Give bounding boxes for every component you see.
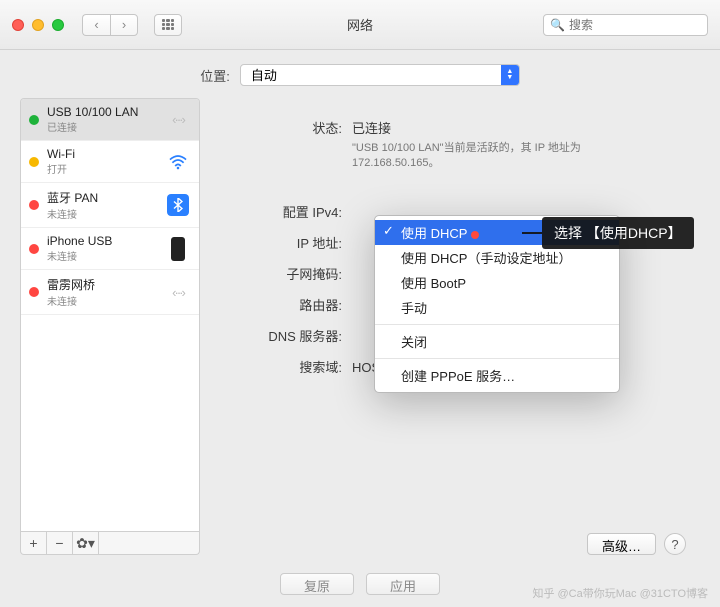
service-thunderbolt-bridge[interactable]: 雷雳网桥 未连接 ‹···› [21, 270, 199, 315]
show-all-button[interactable] [154, 14, 182, 36]
service-name: USB 10/100 LAN [47, 105, 157, 119]
location-label: 位置: [200, 66, 230, 85]
search-icon: 🔍 [550, 18, 565, 32]
ip-address-label: IP 地址: [222, 233, 352, 252]
service-name: 蓝牙 PAN [47, 189, 157, 206]
popup-separator [375, 324, 619, 325]
bluetooth-icon [167, 194, 189, 216]
status-dot-icon [29, 244, 39, 254]
service-status: 打开 [47, 161, 157, 176]
service-status: 未连接 [47, 248, 157, 263]
zoom-icon[interactable] [52, 19, 64, 31]
popup-item-create-pppoe[interactable]: 创建 PPPoE 服务… [375, 363, 619, 388]
close-icon[interactable] [12, 19, 24, 31]
service-name: Wi-Fi [47, 147, 157, 161]
service-status: 未连接 [47, 206, 157, 221]
service-iphone-usb[interactable]: iPhone USB 未连接 [21, 228, 199, 270]
search-input[interactable] [569, 18, 720, 32]
dns-server-label: DNS 服务器: [222, 326, 352, 345]
service-list[interactable]: USB 10/100 LAN 已连接 ‹···› Wi-Fi 打开 [20, 98, 200, 532]
help-button[interactable]: ? [664, 533, 686, 555]
search-field[interactable]: 🔍 [543, 14, 708, 36]
search-domains-label: 搜索域: [222, 357, 352, 376]
action-menu-button[interactable]: ✿▾ [73, 532, 99, 554]
highlight-dot-icon [471, 231, 479, 239]
service-status: 已连接 [47, 119, 157, 134]
service-bluetooth-pan[interactable]: 蓝牙 PAN 未连接 [21, 183, 199, 228]
add-service-button[interactable]: + [21, 532, 47, 554]
subnet-mask-label: 子网掩码: [222, 264, 352, 283]
annotation-callout: 选择 【使用DHCP】 [542, 217, 694, 249]
status-dot-icon [29, 115, 39, 125]
minimize-icon[interactable] [32, 19, 44, 31]
status-dot-icon [29, 200, 39, 210]
popup-item-off[interactable]: 关闭 [375, 329, 619, 354]
status-dot-icon [29, 157, 39, 167]
ethernet-icon: ‹···› [165, 110, 191, 130]
service-name: 雷雳网桥 [47, 276, 157, 293]
popup-item-manual[interactable]: 手动 [375, 295, 619, 320]
window-title: 网络 [347, 15, 373, 34]
status-label: 状态: [222, 118, 352, 137]
service-usb-lan[interactable]: USB 10/100 LAN 已连接 ‹···› [21, 99, 199, 141]
advanced-button[interactable]: 高级… [587, 533, 656, 555]
popup-item-bootp[interactable]: 使用 BootP [375, 270, 619, 295]
iphone-icon [171, 237, 185, 261]
status-dot-icon [29, 287, 39, 297]
router-label: 路由器: [222, 295, 352, 314]
revert-button[interactable]: 复原 [280, 573, 354, 595]
forward-button[interactable]: › [110, 14, 138, 36]
configure-ipv4-label: 配置 IPv4: [222, 202, 352, 221]
wifi-icon [165, 152, 191, 172]
status-subtext: "USB 10/100 LAN"当前是活跃的，其 IP 地址为 172.168.… [352, 141, 632, 172]
service-status: 未连接 [47, 293, 157, 308]
status-value: 已连接 [352, 121, 391, 136]
remove-service-button[interactable]: − [47, 532, 73, 554]
traffic-lights[interactable] [12, 19, 64, 31]
popup-separator [375, 358, 619, 359]
location-select[interactable]: 自动 [240, 64, 520, 86]
thunderbolt-icon: ‹···› [165, 282, 191, 302]
service-wifi[interactable]: Wi-Fi 打开 [21, 141, 199, 183]
grid-icon [162, 19, 174, 31]
back-button[interactable]: ‹ [82, 14, 110, 36]
apply-button[interactable]: 应用 [366, 573, 440, 595]
service-name: iPhone USB [47, 234, 157, 248]
